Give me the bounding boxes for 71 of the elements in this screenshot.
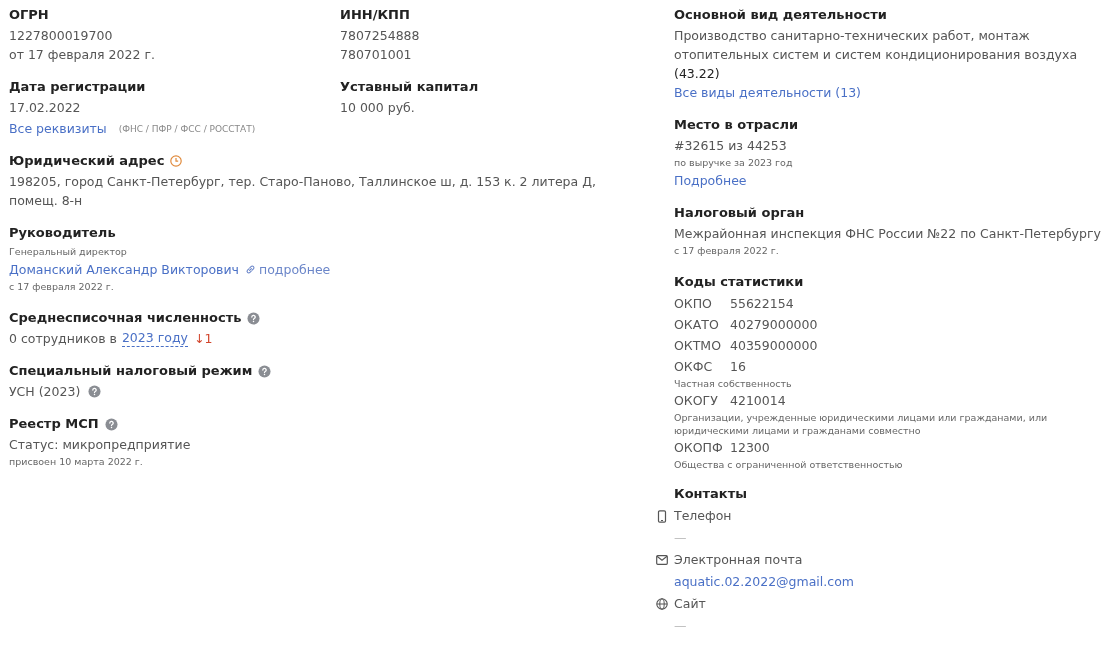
- director-since: с 17 февраля 2022 г.: [9, 280, 114, 294]
- section-heading: Основной вид деятельности: [674, 6, 887, 24]
- link-icon: [245, 264, 256, 275]
- code-value: 40279000000: [730, 316, 818, 334]
- code-value: 16: [730, 358, 746, 376]
- headcount-text: 0 сотрудников в: [9, 330, 117, 348]
- section-heading: Среднесписочная численность: [9, 309, 242, 327]
- address-text: 198205, город Санкт-Петербург, тер. Старо-Паново, Таллинское ш, д. 153 к. 2 литера Д, помещ. 8-н: [9, 173, 597, 210]
- inn-kpp-value: 7807254888: [340, 27, 420, 45]
- tax-office-name: Межрайонная инспекция ФНС России №22 по Санкт-Петербургу: [674, 225, 1101, 243]
- code-value: 4210014: [730, 392, 786, 410]
- rank-details-link[interactable]: Подробнее: [674, 173, 747, 188]
- tax-office-since: с 17 февраля 2022 г.: [674, 244, 779, 258]
- msp-status: Статус: микропредприятие: [9, 436, 191, 454]
- inn-kpp-value: 780701001: [340, 46, 412, 64]
- clock-icon[interactable]: [170, 155, 183, 167]
- code-name: ОКОПФ: [674, 439, 724, 457]
- help-icon[interactable]: [247, 311, 261, 325]
- all-activities-link[interactable]: Все виды деятельности (13): [674, 85, 861, 100]
- empty-value: —: [674, 617, 687, 635]
- section-heading: Реестр МСП: [9, 415, 99, 433]
- section-heading: Налоговый орган: [674, 204, 805, 222]
- section-heading: Юридический адрес: [9, 152, 165, 170]
- code-value: 40359000000: [730, 337, 818, 355]
- section-heading: Дата регистрации: [9, 78, 146, 96]
- contact-label: Телефон: [674, 507, 732, 525]
- mail-icon: [656, 555, 668, 565]
- capital-value: 10 000 руб.: [340, 99, 415, 117]
- code-value: 55622154: [730, 295, 794, 313]
- section-heading: Коды статистики: [674, 273, 804, 291]
- empty-value: —: [674, 529, 687, 547]
- ogrn-date: от 17 февраля 2022 г.: [9, 46, 155, 64]
- msp-assigned: присвоен 10 марта 2022 г.: [9, 455, 143, 469]
- help-icon[interactable]: [88, 385, 102, 398]
- globe-icon: [656, 598, 668, 610]
- rank-note: по выручке за 2023 год: [674, 156, 793, 170]
- section-heading: Руководитель: [9, 224, 116, 242]
- section-heading: Уставный капитал: [340, 78, 479, 96]
- code-description: Организации, учрежденные юридическими лицами или гражданами, или юридическими лицами и гражданами совместно: [674, 411, 1049, 437]
- code-name: ОКПО: [674, 295, 713, 313]
- director-role: Генеральный директор: [9, 245, 127, 259]
- email-link[interactable]: aquatic.02.2022@gmail.com: [674, 571, 854, 593]
- section-heading: ИНН/КПП: [340, 6, 410, 24]
- code-name: ОКАТО: [674, 316, 720, 334]
- rank-value: #32615 из 44253: [674, 137, 787, 155]
- year-link[interactable]: 2023 году: [121, 330, 188, 347]
- contact-label: Сайт: [674, 595, 706, 613]
- activity-code: (43.22): [674, 65, 720, 83]
- contact-label: Электронная почта: [674, 551, 803, 569]
- more-link[interactable]: подробнее: [259, 260, 331, 279]
- code-description: Общества с ограниченной ответственностью: [674, 458, 903, 471]
- code-name: ОКОГУ: [674, 392, 719, 410]
- sources-note: (ФНС / ПФР / ФСС / РОССТАТ): [118, 123, 256, 134]
- code-value: 12300: [730, 439, 770, 457]
- ogrn-value: 1227800019700: [9, 27, 113, 45]
- headcount-change: ↓1: [193, 331, 213, 346]
- phone-icon: [656, 509, 668, 523]
- section-heading: Место в отрасли: [674, 116, 799, 134]
- requisites-link[interactable]: Все реквизиты: [9, 119, 107, 138]
- help-icon[interactable]: [258, 364, 272, 378]
- section-heading: Специальный налоговый режим: [9, 362, 253, 380]
- director-name-link[interactable]: Доманский Александр Викторович: [9, 260, 239, 279]
- help-icon[interactable]: [104, 417, 118, 431]
- code-name: ОКТМО: [674, 337, 722, 355]
- code-description: Частная собственность: [674, 377, 792, 390]
- registration-date: 17.02.2022: [9, 99, 81, 117]
- section-heading: Контакты: [674, 485, 747, 503]
- code-name: ОКФС: [674, 358, 714, 376]
- activity-description: Производство санитарно-технических работ, монтаж отопительных систем и систем кондиционирования воздуха: [674, 27, 1079, 64]
- tax-regime-value: УСН (2023): [9, 383, 81, 401]
- section-heading: ОГРН: [9, 6, 49, 24]
